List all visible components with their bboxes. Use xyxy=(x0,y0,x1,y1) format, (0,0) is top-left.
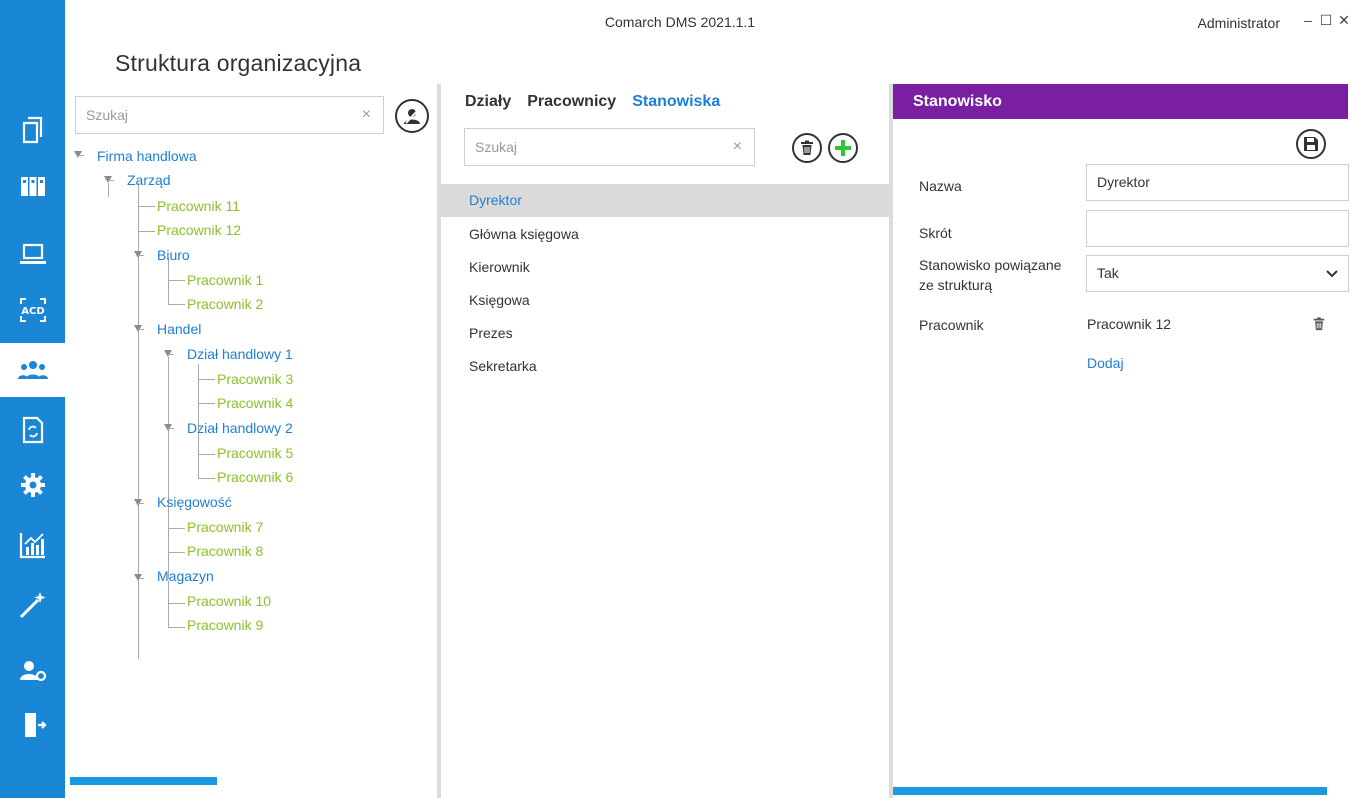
list-item[interactable]: Prezes xyxy=(441,317,889,350)
exit-door-icon xyxy=(24,713,47,737)
detail-header: Stanowisko xyxy=(893,84,1348,119)
plus-icon xyxy=(835,140,851,156)
add-position-button[interactable] xyxy=(828,133,858,163)
magic-wand-icon xyxy=(19,592,45,619)
trash-icon xyxy=(1313,317,1325,331)
name-field[interactable]: Dyrektor xyxy=(1086,164,1349,201)
documents-icon xyxy=(22,116,42,144)
list-item[interactable]: Dyrektor xyxy=(441,184,889,217)
save-button[interactable] xyxy=(1296,129,1326,159)
short-field[interactable] xyxy=(1086,210,1349,247)
org-tree-panel: × xyxy=(65,84,437,798)
linked-label-line2: ze strukturą xyxy=(919,277,993,293)
nav-acd[interactable]: ACD xyxy=(0,283,65,337)
tab-positions[interactable]: Stanowiska xyxy=(632,93,720,111)
tree-leaf[interactable]: Pracownik 8 xyxy=(187,542,263,560)
nav-wizard[interactable] xyxy=(0,578,65,632)
nav-settings[interactable] xyxy=(0,458,65,512)
tree-node[interactable]: Handel xyxy=(157,320,201,338)
tree-node[interactable]: Dział handlowy 1 xyxy=(187,345,293,363)
delete-position-button[interactable] xyxy=(792,133,822,163)
list-item[interactable]: Główna księgowa xyxy=(441,218,889,251)
tree-horizontal-scrollbar[interactable] xyxy=(70,777,217,785)
nav-organization[interactable] xyxy=(0,343,65,397)
maximize-button[interactable]: ☐ xyxy=(1319,12,1333,29)
tree-node[interactable]: Firma handlowa xyxy=(97,147,197,165)
short-label: Skrót xyxy=(919,225,952,241)
assign-user-button[interactable] xyxy=(395,99,429,133)
clear-search-icon[interactable]: × xyxy=(733,138,742,156)
title-bar: Comarch DMS 2021.1.1 Administrator ‒ ☐ ✕… xyxy=(65,0,1360,84)
tree-search-input[interactable] xyxy=(76,97,383,133)
tree-leaf[interactable]: Pracownik 6 xyxy=(217,468,293,486)
tree-leaf[interactable]: Pracownik 1 xyxy=(187,271,263,289)
employee-label: Pracownik xyxy=(919,317,984,333)
tree-leaf[interactable]: Pracownik 4 xyxy=(217,394,293,412)
app-title: Comarch DMS 2021.1.1 xyxy=(604,14,756,30)
detail-horizontal-scrollbar[interactable] xyxy=(893,787,1327,795)
tree-search-box: × xyxy=(75,96,384,134)
name-label: Nazwa xyxy=(919,178,962,194)
nav-laptop[interactable] xyxy=(0,227,65,281)
tree-node[interactable]: Magazyn xyxy=(157,567,214,585)
tree-node[interactable]: Dział handlowy 2 xyxy=(187,419,293,437)
nav-reports[interactable] xyxy=(0,518,65,572)
linked-select-value: Tak xyxy=(1097,265,1119,281)
minimize-button[interactable]: ‒ xyxy=(1301,12,1315,28)
tree-node[interactable]: Zarząd xyxy=(127,171,171,189)
linked-label-line1: Stanowisko powiązane xyxy=(919,257,1062,273)
nav-logout[interactable] xyxy=(0,698,65,752)
clear-search-icon[interactable]: × xyxy=(362,106,371,124)
position-detail-panel: Stanowisko Nazwa Dyrektor Skrót Stanowis… xyxy=(893,84,1349,798)
positions-list-panel: Działy Pracownicy Stanowiska × Dyrektor … xyxy=(441,84,889,798)
nav-doc-sync[interactable] xyxy=(0,403,65,457)
tree-leaf[interactable]: Pracownik 12 xyxy=(157,221,241,239)
chevron-down-icon xyxy=(1326,270,1338,278)
nav-rail: ACD xyxy=(0,0,65,798)
gear-icon xyxy=(20,473,45,497)
tab-employees[interactable]: Pracownicy xyxy=(527,93,616,111)
tree-leaf[interactable]: Pracownik 11 xyxy=(157,197,240,215)
tree-node[interactable]: Księgowość xyxy=(157,493,232,511)
chart-icon xyxy=(19,533,45,559)
page-title: Struktura organizacyjna xyxy=(115,50,362,76)
add-employee-link[interactable]: Dodaj xyxy=(1087,355,1124,371)
user-pen-icon xyxy=(404,108,420,124)
users-icon xyxy=(17,361,48,379)
list-item[interactable]: Kierownik xyxy=(441,251,889,284)
trash-icon xyxy=(801,140,813,155)
tree-leaf[interactable]: Pracownik 5 xyxy=(217,444,293,462)
list-item[interactable]: Księgowa xyxy=(441,284,889,317)
user-name[interactable]: Administrator xyxy=(1198,15,1280,31)
nav-documents[interactable] xyxy=(0,103,65,157)
tree-node[interactable]: Biuro xyxy=(157,246,190,264)
tab-departments[interactable]: Działy xyxy=(465,93,511,111)
list-tabs: Działy Pracownicy Stanowiska xyxy=(465,93,720,111)
nav-user-settings[interactable] xyxy=(0,643,65,697)
nav-binders[interactable] xyxy=(0,159,65,213)
tree-leaf[interactable]: Pracownik 10 xyxy=(187,592,271,610)
employee-value[interactable]: Pracownik 12 xyxy=(1087,316,1171,332)
document-sync-icon xyxy=(22,416,43,444)
tree-leaf[interactable]: Pracownik 3 xyxy=(217,370,293,388)
remove-employee-button[interactable] xyxy=(1312,317,1326,336)
acd-icon-label: ACD xyxy=(21,306,44,317)
user-settings-icon xyxy=(19,661,46,682)
laptop-icon xyxy=(19,243,46,264)
tree-leaf[interactable]: Pracownik 7 xyxy=(187,518,263,536)
acd-icon: ACD xyxy=(19,298,46,322)
list-item[interactable]: Sekretarka xyxy=(441,350,889,383)
list-search-box: × xyxy=(464,128,755,166)
tree-leaf[interactable]: Pracownik 9 xyxy=(187,616,263,634)
binders-icon xyxy=(20,177,45,196)
tree-leaf[interactable]: Pracownik 2 xyxy=(187,295,263,313)
save-icon xyxy=(1304,137,1318,151)
close-button[interactable]: ✕ xyxy=(1337,12,1351,29)
linked-select[interactable]: Tak xyxy=(1086,255,1349,292)
list-search-input[interactable] xyxy=(465,129,754,165)
